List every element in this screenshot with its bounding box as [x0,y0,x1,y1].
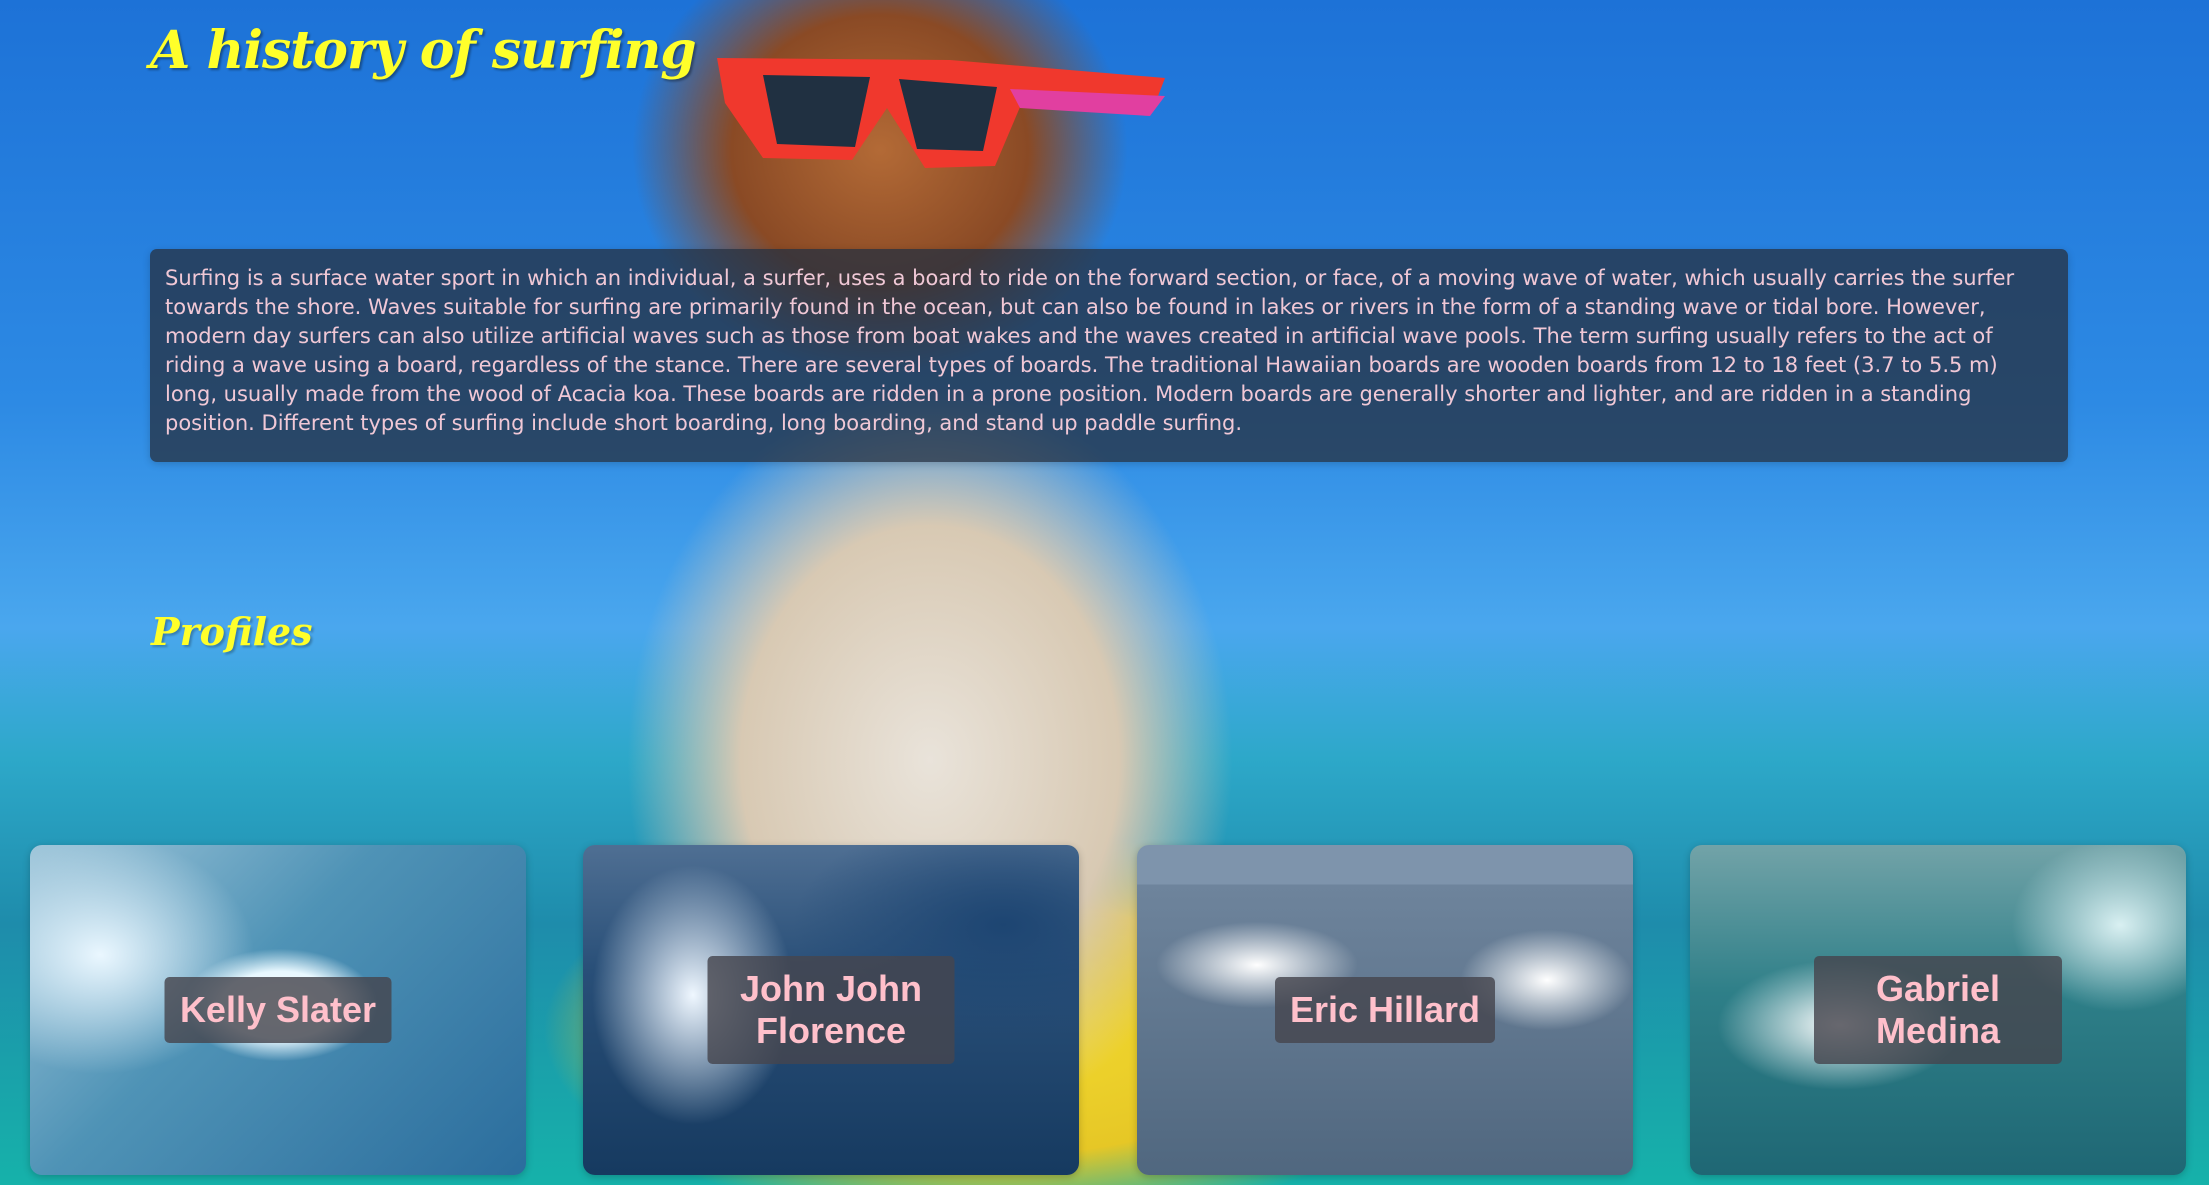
profile-name: Eric Hillard [1275,977,1495,1043]
surfing-intro: Surfing is a surface water sport in whic… [150,249,2068,462]
profile-card-eric-hillard[interactable]: Eric Hillard [1137,845,1633,1175]
profile-card-john-john-florence[interactable]: John John Florence [583,845,1079,1175]
profile-name: John John Florence [707,956,955,1064]
profile-name: Gabriel Medina [1814,956,2062,1064]
profile-card-kelly-slater[interactable]: Kelly Slater [30,845,526,1175]
page-title: A history of surfing [150,20,697,81]
intro-text: Surfing is a surface water sport in whic… [165,266,2015,435]
profile-card-gabriel-medina[interactable]: Gabriel Medina [1690,845,2186,1175]
profiles-grid: Kelly Slater John John Florence Eric Hil… [30,845,2186,1178]
profiles-title: Profiles [151,609,313,654]
profile-name: Kelly Slater [164,977,392,1043]
red-sunglasses-icon [717,58,1165,168]
